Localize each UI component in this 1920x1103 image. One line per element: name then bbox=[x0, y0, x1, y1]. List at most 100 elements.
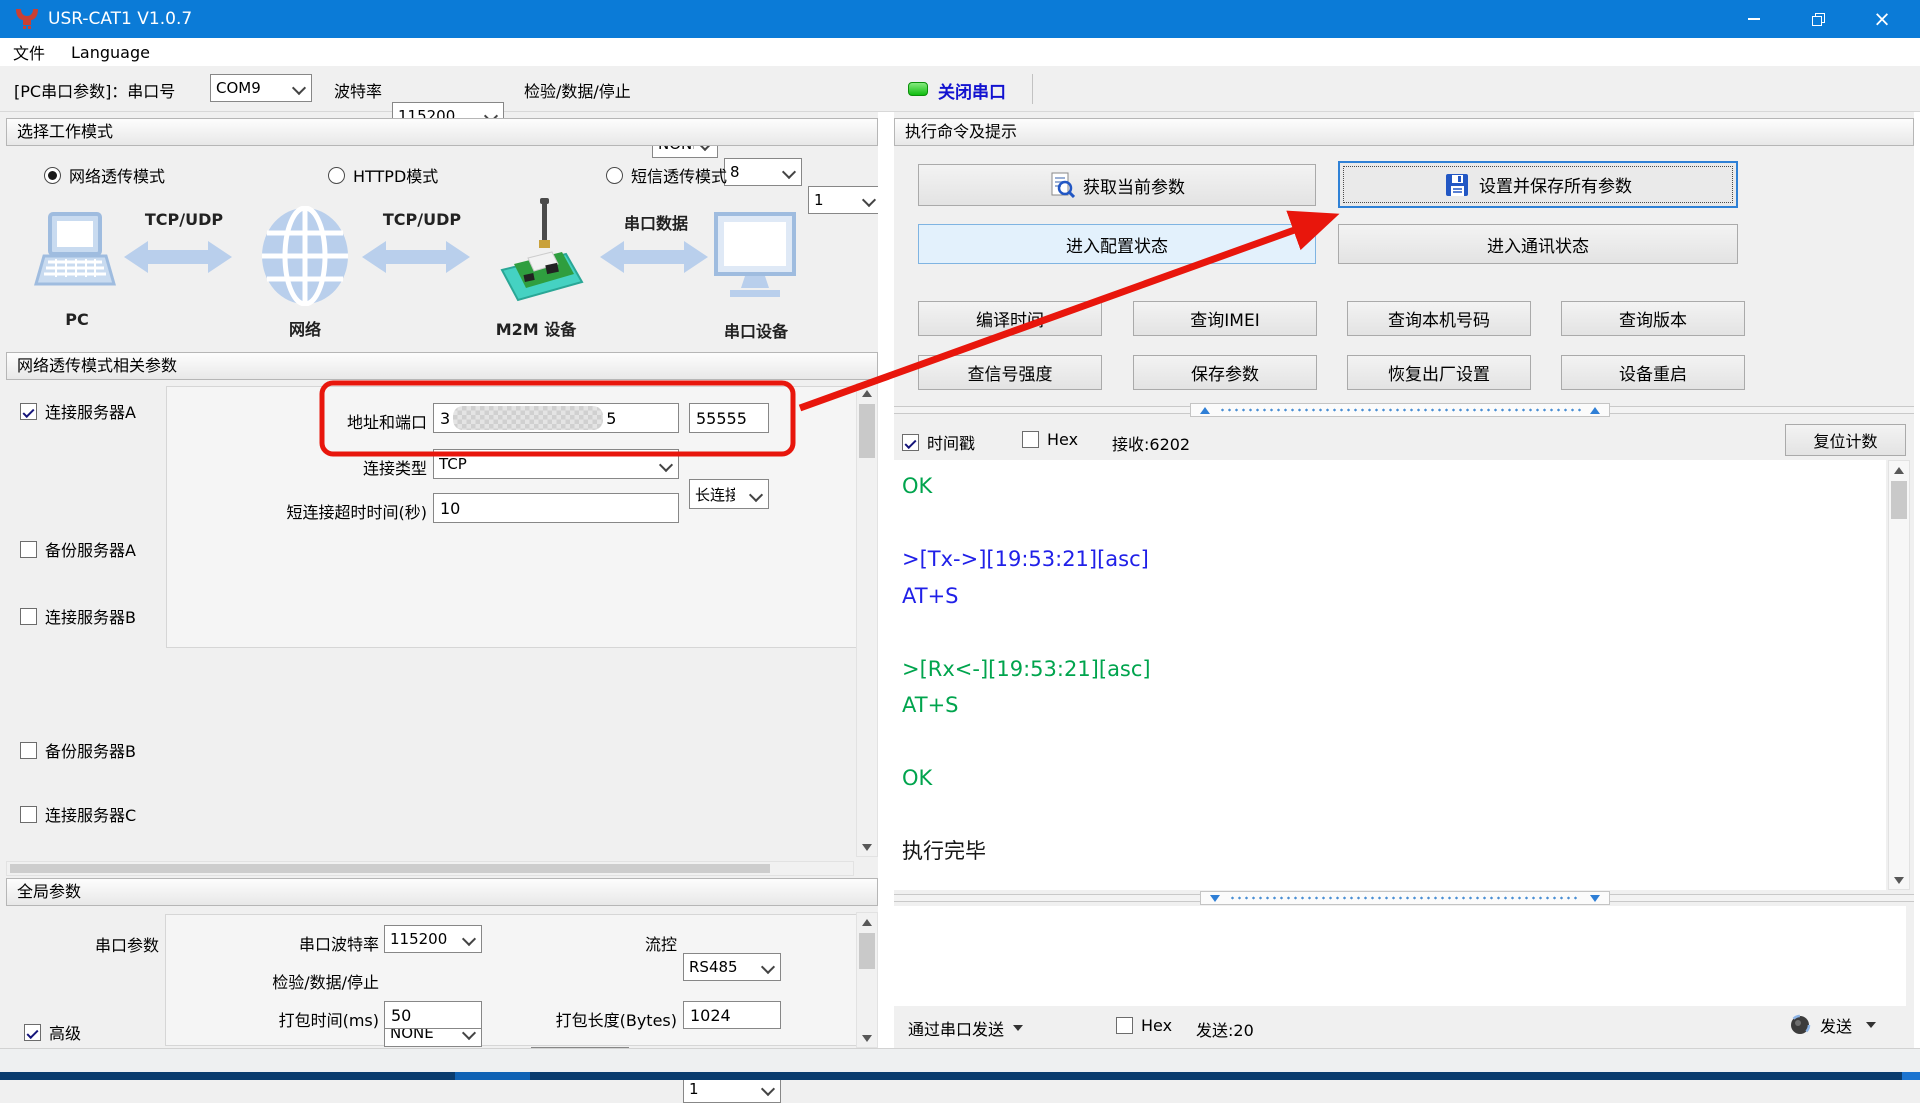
menu-file[interactable]: 文件 bbox=[0, 40, 58, 64]
enter-comm-state-button[interactable]: 进入通讯状态 bbox=[1338, 224, 1738, 264]
search-doc-icon bbox=[1049, 172, 1075, 198]
checkbox-advanced[interactable]: 高级 bbox=[24, 1020, 81, 1044]
chevron-down-icon bbox=[292, 81, 306, 95]
radio-sms-mode[interactable]: 短信透传模式 bbox=[606, 163, 727, 187]
log-line: OK bbox=[902, 468, 1886, 505]
checkbox-server-b[interactable]: 连接服务器B bbox=[20, 604, 136, 628]
stopbits-select[interactable]: 1 bbox=[808, 186, 882, 214]
device-restart-button[interactable]: 设备重启 bbox=[1561, 355, 1745, 390]
splitter-handle[interactable] bbox=[1200, 891, 1610, 905]
net-params-scrollbar[interactable] bbox=[856, 383, 878, 857]
radio-net-transparent-mode[interactable]: 网络透传模式 bbox=[44, 163, 165, 187]
button-label: 编译时间 bbox=[976, 306, 1044, 331]
checkbox-server-a[interactable]: 连接服务器A bbox=[20, 399, 136, 423]
send-button[interactable]: 发送 bbox=[1788, 1013, 1876, 1037]
global-params-panel: 串口波特率 115200 流控 RS485 检验/数据/停止 NONE 8 1 … bbox=[165, 914, 873, 1046]
net-params-hscrollbar[interactable] bbox=[6, 861, 854, 876]
log-scrollbar[interactable] bbox=[1888, 460, 1910, 890]
factory-reset-button[interactable]: 恢复出厂设置 bbox=[1347, 355, 1531, 390]
scroll-up-icon[interactable] bbox=[1889, 461, 1909, 479]
send-input-area[interactable] bbox=[894, 906, 1906, 1006]
databits-select[interactable]: 8 bbox=[724, 158, 802, 186]
short-timeout-input[interactable]: 10 bbox=[433, 493, 679, 523]
scroll-down-icon[interactable] bbox=[1889, 871, 1909, 889]
checkbox-label: 时间戳 bbox=[927, 430, 975, 454]
scroll-down-icon[interactable] bbox=[857, 838, 877, 856]
serial-toolbar: [PC串口参数]：串口号 COM9 波特率 115200 检验/数据/停止 NO… bbox=[0, 66, 1920, 112]
query-version-button[interactable]: 查询版本 bbox=[1561, 301, 1745, 336]
scroll-up-icon[interactable] bbox=[857, 384, 877, 402]
g-baud-label: 串口波特率 bbox=[229, 931, 379, 955]
checkbox-send-hex[interactable]: Hex bbox=[1116, 1016, 1172, 1035]
compile-time-button[interactable]: 编译时间 bbox=[918, 301, 1102, 336]
save-params-button[interactable]: 保存参数 bbox=[1133, 355, 1317, 390]
server-a-port-input[interactable]: 55555 bbox=[689, 403, 769, 433]
double-arrow-icon bbox=[122, 238, 234, 276]
save-icon bbox=[1444, 172, 1470, 198]
scrollbar-thumb[interactable] bbox=[859, 404, 875, 458]
checkbox-icon bbox=[20, 541, 37, 558]
button-label: 查信号强度 bbox=[968, 360, 1053, 385]
restore-button[interactable] bbox=[1786, 0, 1850, 38]
checkbox-label: 备份服务器B bbox=[45, 738, 136, 762]
set-save-all-params-button[interactable]: 设置并保存所有参数 bbox=[1338, 161, 1738, 208]
collapse-up-icon bbox=[1200, 407, 1210, 414]
checkbox-server-c[interactable]: 连接服务器C bbox=[20, 802, 136, 826]
scroll-up-icon[interactable] bbox=[857, 913, 877, 931]
checkbox-label: 连接服务器C bbox=[45, 802, 136, 826]
checkbox-label: Hex bbox=[1047, 430, 1078, 449]
send-via-serial-dropdown[interactable]: 通过串口发送 bbox=[908, 1016, 1023, 1040]
toolbar-separator bbox=[1032, 74, 1033, 104]
minimize-button[interactable] bbox=[1722, 0, 1786, 38]
flow-select[interactable]: RS485 bbox=[683, 953, 781, 981]
scroll-down-icon[interactable] bbox=[857, 1029, 877, 1047]
reset-count-button[interactable]: 复位计数 bbox=[1785, 424, 1906, 456]
radio-label: 网络透传模式 bbox=[69, 163, 165, 187]
checkbox-timestamp[interactable]: 时间戳 bbox=[902, 430, 975, 454]
radio-httpd-mode[interactable]: HTTPD模式 bbox=[328, 163, 438, 187]
stopbits-value: 1 bbox=[814, 191, 824, 209]
address-port-label: 地址和端口 bbox=[227, 409, 427, 433]
query-imei-button[interactable]: 查询IMEI bbox=[1133, 301, 1317, 336]
enter-config-state-button[interactable]: 进入配置状态 bbox=[918, 224, 1316, 264]
flow-label: 流控 bbox=[597, 931, 677, 955]
button-label: 设置并保存所有参数 bbox=[1479, 172, 1632, 197]
send-icon bbox=[1788, 1013, 1812, 1037]
splitter-dots bbox=[1219, 408, 1581, 412]
close-button[interactable]: × bbox=[1850, 0, 1914, 38]
address-prefix: 3 bbox=[440, 409, 450, 428]
panel-right-edge bbox=[1914, 112, 1920, 1048]
global-params-scrollbar[interactable] bbox=[856, 912, 878, 1048]
splitter-handle[interactable] bbox=[1190, 403, 1610, 417]
net-params-header: 网络透传模式相关参数 bbox=[6, 352, 878, 380]
checkbox-backup-server-b[interactable]: 备份服务器B bbox=[20, 738, 136, 762]
menu-language[interactable]: Language bbox=[58, 43, 163, 62]
log-output[interactable]: OK >[Tx->][19:53:21][asc] AT+S >[Rx<-][1… bbox=[894, 460, 1886, 890]
g-baud-select[interactable]: 115200 bbox=[384, 925, 482, 953]
pack-len-input[interactable]: 1024 bbox=[683, 1001, 781, 1029]
query-phone-number-button[interactable]: 查询本机号码 bbox=[1347, 301, 1531, 336]
pack-time-input[interactable]: 50 bbox=[384, 1001, 482, 1029]
g-baud-value: 115200 bbox=[390, 930, 447, 948]
usr-logo-icon bbox=[14, 8, 40, 30]
scrollbar-thumb[interactable] bbox=[1891, 481, 1907, 519]
com-port-select[interactable]: COM9 bbox=[210, 74, 312, 102]
serial-group-label: 串口参数 bbox=[95, 932, 159, 956]
conn-mode-select[interactable]: 长连接 bbox=[689, 479, 769, 509]
query-signal-button[interactable]: 查信号强度 bbox=[918, 355, 1102, 390]
chevron-down-icon bbox=[761, 1082, 775, 1096]
baud-label: 波特率 bbox=[334, 78, 382, 102]
databits-value: 8 bbox=[730, 163, 740, 181]
server-a-address-input[interactable]: 3 5 bbox=[433, 403, 679, 433]
log-line: >[Rx<-][19:53:21][asc] bbox=[902, 651, 1886, 688]
conn-type-select[interactable]: TCP bbox=[433, 449, 679, 479]
scrollbar-thumb[interactable] bbox=[859, 933, 875, 969]
close-serial-button[interactable]: 关闭串口 bbox=[938, 78, 1006, 103]
checkbox-backup-server-a[interactable]: 备份服务器A bbox=[20, 537, 136, 561]
scrollbar-thumb[interactable] bbox=[10, 864, 770, 873]
get-params-button[interactable]: 获取当前参数 bbox=[918, 164, 1316, 206]
link-label: 串口数据 bbox=[600, 210, 712, 234]
minimize-icon bbox=[1748, 18, 1760, 20]
checkbox-recv-hex[interactable]: Hex bbox=[1022, 430, 1078, 449]
radio-icon bbox=[606, 167, 623, 184]
